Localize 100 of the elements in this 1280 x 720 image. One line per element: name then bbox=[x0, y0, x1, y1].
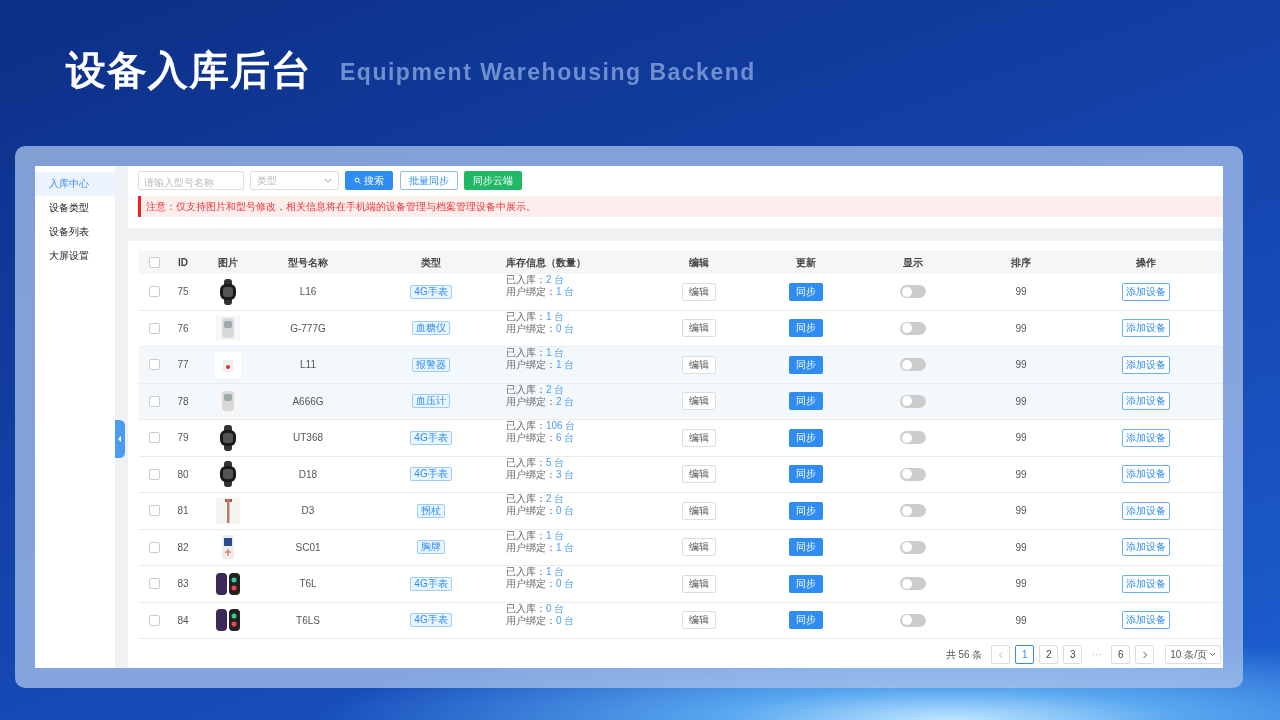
page-button[interactable]: 3 bbox=[1063, 645, 1083, 664]
table-cell: 99 bbox=[1015, 505, 1027, 517]
row-checkbox[interactable] bbox=[149, 322, 160, 334]
sync-button[interactable]: 同步 bbox=[789, 501, 823, 520]
add-device-button[interactable]: 添加设备 bbox=[1122, 574, 1170, 593]
sidebar-item[interactable]: 设备类型 bbox=[35, 196, 115, 220]
add-device-button[interactable]: 添加设备 bbox=[1122, 538, 1170, 557]
page-button[interactable]: 1 bbox=[1015, 645, 1035, 664]
sync-button[interactable]: 同步 bbox=[789, 611, 823, 630]
type-tag: 4G手表 bbox=[410, 467, 452, 482]
table-cell: 81 bbox=[177, 505, 189, 517]
row-checkbox[interactable] bbox=[149, 359, 160, 371]
edit-button[interactable]: 编辑 bbox=[682, 319, 716, 338]
edit-button[interactable]: 编辑 bbox=[682, 465, 716, 484]
sync-button[interactable]: 同步 bbox=[789, 574, 823, 593]
stock-info: 用户绑定：1 台 bbox=[506, 286, 575, 298]
row-checkbox[interactable] bbox=[149, 395, 160, 407]
display-toggle[interactable] bbox=[900, 467, 926, 481]
table-cell: 99 bbox=[1015, 395, 1027, 407]
sidebar-item[interactable]: 入库中心 bbox=[35, 172, 115, 196]
row-checkbox[interactable] bbox=[149, 432, 160, 444]
sync-button[interactable]: 同步 bbox=[789, 282, 823, 301]
display-toggle[interactable] bbox=[900, 540, 926, 554]
sync-button[interactable]: 同步 bbox=[789, 319, 823, 338]
table-cell: 99 bbox=[1015, 286, 1027, 298]
stock-info: 用户绑定：0 台 bbox=[506, 322, 575, 335]
page-button[interactable]: 2 bbox=[1039, 645, 1059, 664]
page-button[interactable]: 6 bbox=[1111, 645, 1131, 664]
add-device-button[interactable]: 添加设备 bbox=[1122, 282, 1170, 301]
edit-button[interactable]: 编辑 bbox=[682, 501, 716, 520]
column-header: 更新 bbox=[796, 255, 816, 270]
batch-sync-button[interactable]: 批量同步 bbox=[400, 171, 458, 190]
row-checkbox[interactable] bbox=[149, 468, 160, 480]
sync-button[interactable]: 同步 bbox=[789, 428, 823, 447]
sync-button[interactable]: 同步 bbox=[789, 538, 823, 557]
display-toggle[interactable] bbox=[900, 285, 926, 299]
add-device-button[interactable]: 添加设备 bbox=[1122, 355, 1170, 374]
stock-info: 用户绑定：1 台 bbox=[506, 359, 575, 371]
sidebar-item[interactable]: 设备列表 bbox=[35, 220, 115, 244]
row-checkbox[interactable] bbox=[149, 541, 160, 553]
select-all-checkbox[interactable] bbox=[149, 257, 160, 268]
stock-info: 用户绑定：3 台 bbox=[506, 468, 575, 481]
cloud-sync-button[interactable]: 同步云端 bbox=[464, 171, 522, 190]
page-size-select[interactable]: 10 条/页 bbox=[1165, 645, 1221, 664]
table-cell: 78 bbox=[177, 395, 189, 407]
notice-banner: 注意：仅支持图片和型号修改，相关信息将在手机端的设备管理与档案管理设备中展示。 bbox=[138, 196, 1223, 217]
table-cell: 99 bbox=[1015, 614, 1027, 626]
display-toggle[interactable] bbox=[900, 577, 926, 591]
type-tag: 报警器 bbox=[412, 357, 450, 372]
display-toggle[interactable] bbox=[900, 431, 926, 445]
type-tag: 拐杖 bbox=[417, 503, 445, 518]
stock-info: 已入库：2 台 bbox=[506, 383, 565, 396]
add-device-button[interactable]: 添加设备 bbox=[1122, 428, 1170, 447]
stock-info: 已入库：1 台 bbox=[506, 347, 565, 359]
search-button[interactable]: 搜索 bbox=[345, 171, 393, 190]
type-tag: 4G手表 bbox=[410, 576, 452, 591]
stock-info: 用户绑定：6 台 bbox=[506, 432, 575, 444]
slide-subtitle: Equipment Warehousing Backend bbox=[340, 58, 756, 86]
edit-button[interactable]: 编辑 bbox=[682, 538, 716, 557]
stock-info: 已入库：5 台 bbox=[506, 456, 565, 469]
sync-button[interactable]: 同步 bbox=[789, 392, 823, 411]
column-header: 显示 bbox=[903, 255, 923, 270]
display-toggle[interactable] bbox=[900, 321, 926, 335]
sync-button[interactable]: 同步 bbox=[789, 355, 823, 374]
column-header: 操作 bbox=[1136, 255, 1156, 270]
table-cell: L16 bbox=[299, 286, 317, 298]
edit-button[interactable]: 编辑 bbox=[682, 355, 716, 374]
edit-button[interactable]: 编辑 bbox=[682, 574, 716, 593]
edit-button[interactable]: 编辑 bbox=[682, 392, 716, 411]
add-device-button[interactable]: 添加设备 bbox=[1122, 465, 1170, 484]
display-toggle[interactable] bbox=[900, 394, 926, 408]
add-device-button[interactable]: 添加设备 bbox=[1122, 611, 1170, 630]
row-checkbox[interactable] bbox=[149, 505, 160, 517]
stock-info: 已入库：0 台 bbox=[506, 602, 565, 615]
collapse-handle-icon[interactable] bbox=[115, 420, 125, 458]
edit-button[interactable]: 编辑 bbox=[682, 282, 716, 301]
row-checkbox[interactable] bbox=[149, 614, 160, 626]
sidebar-item[interactable]: 大屏设置 bbox=[35, 244, 115, 268]
chevron-down-icon bbox=[324, 178, 332, 183]
stock-info: 已入库：1 台 bbox=[506, 310, 565, 323]
table-cell: 82 bbox=[177, 541, 189, 553]
display-toggle[interactable] bbox=[900, 613, 926, 627]
sync-button[interactable]: 同步 bbox=[789, 465, 823, 484]
table-cell: L11 bbox=[300, 359, 316, 371]
table-cell: 99 bbox=[1015, 578, 1027, 590]
previous-page-button[interactable] bbox=[991, 645, 1011, 664]
stock-info: 用户绑定：0 台 bbox=[506, 614, 575, 627]
edit-button[interactable]: 编辑 bbox=[682, 611, 716, 630]
add-device-button[interactable]: 添加设备 bbox=[1122, 392, 1170, 411]
next-page-button[interactable] bbox=[1135, 645, 1155, 664]
add-device-button[interactable]: 添加设备 bbox=[1122, 501, 1170, 520]
add-device-button[interactable]: 添加设备 bbox=[1122, 319, 1170, 338]
display-toggle[interactable] bbox=[900, 504, 926, 518]
type-tag: 4G手表 bbox=[410, 613, 452, 628]
stock-info: 已入库：2 台 bbox=[506, 493, 565, 505]
display-toggle[interactable] bbox=[900, 358, 926, 372]
edit-button[interactable]: 编辑 bbox=[682, 428, 716, 447]
row-checkbox[interactable] bbox=[149, 286, 160, 298]
column-header: ID bbox=[178, 257, 188, 268]
row-checkbox[interactable] bbox=[149, 578, 160, 590]
